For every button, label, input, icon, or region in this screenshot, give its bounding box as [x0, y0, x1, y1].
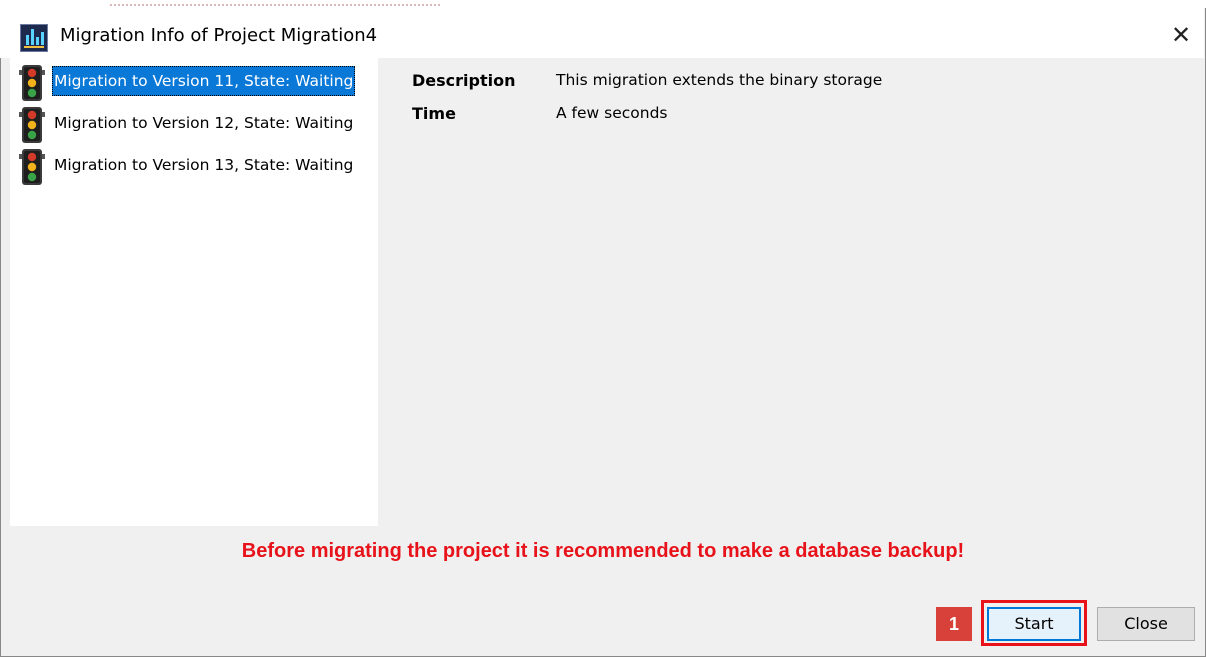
traffic-light-icon — [19, 107, 45, 143]
step-badge: 1 — [936, 607, 972, 641]
app-icon — [20, 24, 48, 52]
background-text-fragment — [110, 0, 440, 6]
close-icon[interactable]: ✕ — [1166, 20, 1196, 50]
background-window — [0, 0, 1206, 8]
start-button[interactable]: Start — [987, 607, 1081, 641]
list-item-label: Migration to Version 11, State: Waiting — [52, 66, 356, 96]
title-bar: Migration Info of Project Migration4 ✕ — [0, 8, 1204, 58]
close-button[interactable]: Close — [1097, 607, 1195, 641]
dialog-title: Migration Info of Project Migration4 — [60, 25, 378, 46]
traffic-light-icon — [19, 65, 45, 101]
time-label: Time — [412, 104, 456, 123]
migration-list: Migration to Version 11, State: Waiting … — [10, 58, 378, 526]
traffic-light-icon — [19, 149, 45, 185]
time-value: A few seconds — [556, 104, 668, 122]
list-item[interactable]: Migration to Version 13, State: Waiting — [18, 146, 378, 185]
description-label: Description — [412, 71, 516, 90]
list-item-label: Migration to Version 13, State: Waiting — [54, 156, 354, 174]
list-item-label: Migration to Version 12, State: Waiting — [54, 114, 354, 132]
list-item[interactable]: Migration to Version 12, State: Waiting — [18, 104, 378, 143]
description-value: This migration extends the binary storag… — [556, 71, 883, 89]
backup-warning: Before migrating the project it is recom… — [241, 540, 965, 562]
list-item[interactable]: Migration to Version 11, State: Waiting — [18, 62, 378, 101]
